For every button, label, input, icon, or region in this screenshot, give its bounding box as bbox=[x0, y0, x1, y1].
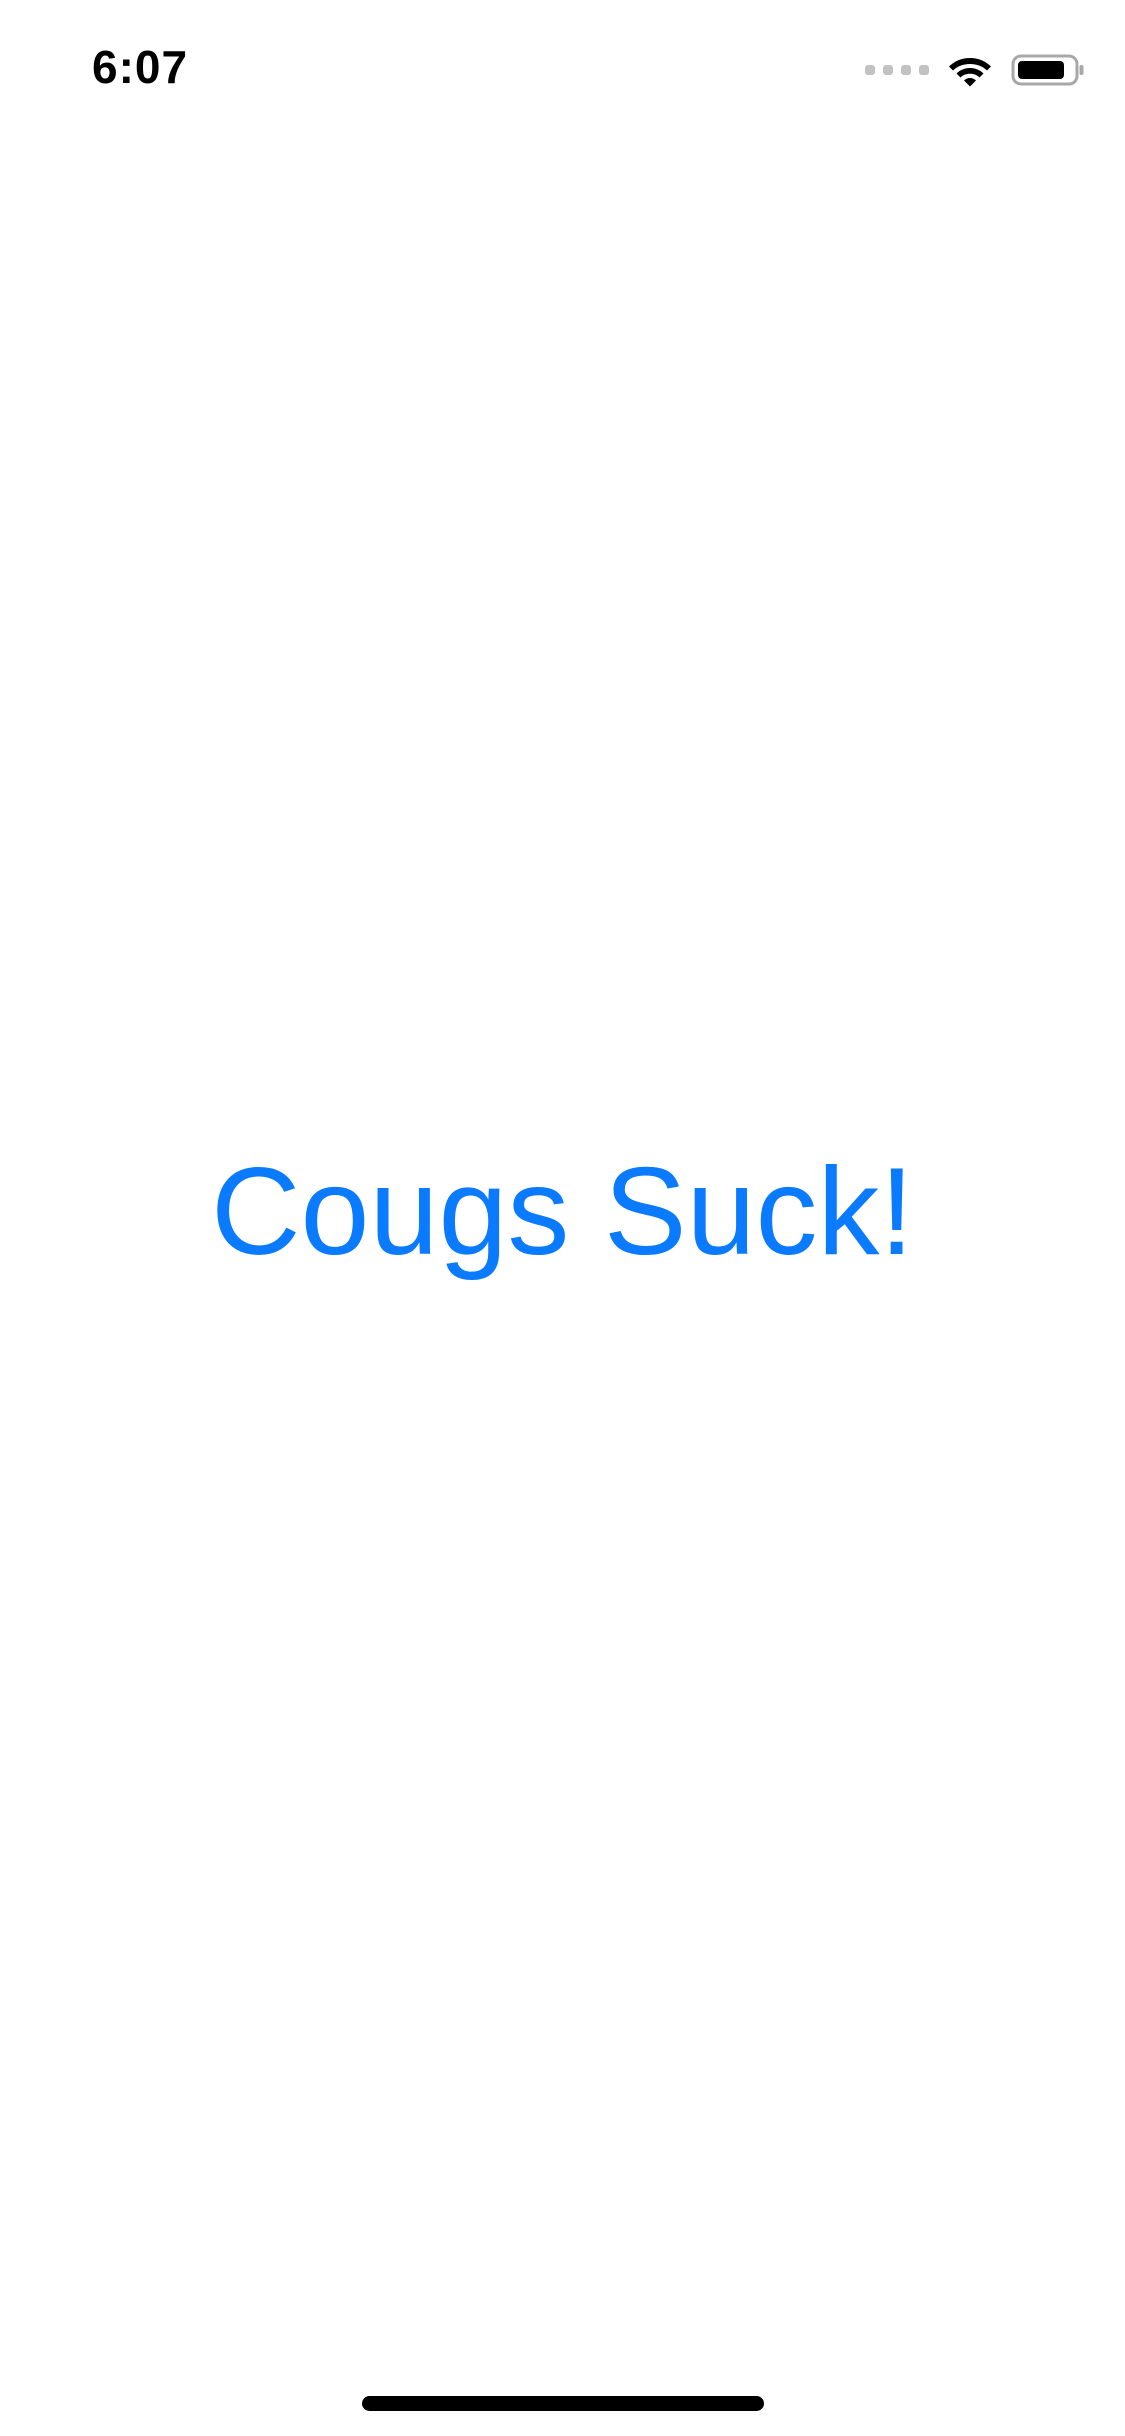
status-bar: 6:07 bbox=[0, 0, 1125, 140]
status-icons bbox=[865, 50, 1085, 90]
wifi-icon bbox=[949, 58, 991, 87]
status-time: 6:07 bbox=[92, 41, 189, 93]
main-label: Cougs Suck! bbox=[210, 1143, 914, 1281]
cellular-signal-icon bbox=[865, 65, 929, 75]
battery-icon bbox=[1011, 54, 1084, 86]
home-indicator[interactable] bbox=[362, 2396, 764, 2411]
